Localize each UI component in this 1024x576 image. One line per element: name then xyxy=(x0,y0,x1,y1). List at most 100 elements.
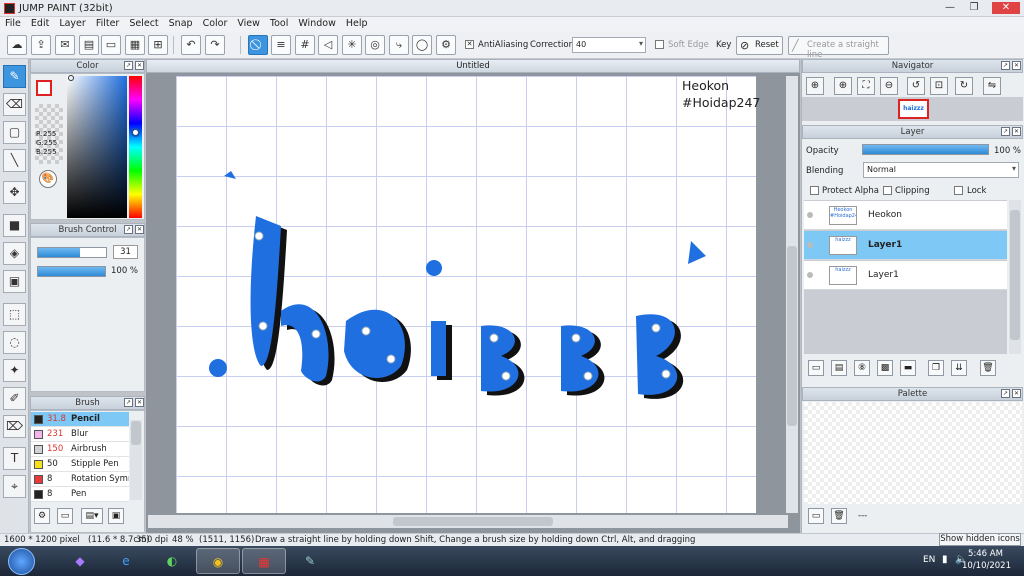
new-halftone-layer-icon[interactable]: ▩ xyxy=(877,360,893,376)
panel-popout-icon[interactable]: ↗ xyxy=(124,61,133,70)
internet-explorer-icon[interactable]: e xyxy=(104,548,148,574)
navigator-thumbnail[interactable]: haizzz xyxy=(898,99,929,119)
hue-slider[interactable] xyxy=(129,76,142,218)
panel-close-icon[interactable]: ✕ xyxy=(1012,389,1021,398)
blending-select[interactable]: Normal xyxy=(863,162,1019,178)
menu-file[interactable]: File xyxy=(0,17,26,30)
layer-opacity-slider[interactable] xyxy=(862,144,989,155)
hue-handle[interactable] xyxy=(131,128,140,137)
pen-tool-icon[interactable]: ✎ xyxy=(3,65,26,88)
parallel-snap-icon[interactable]: ≡ xyxy=(271,35,291,55)
undo-icon[interactable]: ↶ xyxy=(181,35,201,55)
new-folder-icon[interactable]: ▬ xyxy=(900,360,916,376)
new-8bit-layer-icon[interactable]: ⑧ xyxy=(854,360,870,376)
rectangle-tool-icon[interactable]: ▢ xyxy=(3,121,26,144)
panel-popout-icon[interactable]: ↗ xyxy=(1001,127,1010,136)
brush-opacity-slider[interactable] xyxy=(37,266,106,277)
eraser-tool-icon[interactable]: ⌫ xyxy=(3,93,26,116)
new-raster-layer-icon[interactable]: ▤ xyxy=(831,360,847,376)
layer-visibility-icon[interactable] xyxy=(807,242,813,248)
canvas[interactable]: Heokon #Hoidap247 xyxy=(176,76,760,513)
fill-rect-tool-icon[interactable]: ■ xyxy=(3,214,26,237)
concentric-snap-icon[interactable]: ◎ xyxy=(365,35,385,55)
curve-snap-icon[interactable]: ⤷ xyxy=(389,35,409,55)
note-icon[interactable]: ▤ xyxy=(79,35,99,55)
menu-tool[interactable]: Tool xyxy=(265,17,293,30)
menu-snap[interactable]: Snap xyxy=(164,17,198,30)
layer-list-scrollbar[interactable] xyxy=(1009,200,1021,354)
grid-snap-icon[interactable]: # xyxy=(295,35,315,55)
restore-button[interactable]: ❐ xyxy=(964,2,984,14)
brush-size-slider[interactable] xyxy=(37,247,107,258)
antialiasing-checkbox[interactable]: ✕ xyxy=(465,40,474,49)
brush-list-scrollbar[interactable] xyxy=(130,420,142,500)
language-indicator[interactable]: EN xyxy=(923,555,935,565)
network-icon[interactable]: ▮ xyxy=(942,554,948,565)
fit-window-icon[interactable]: ⛶ xyxy=(857,77,875,95)
layer-row[interactable]: Heokon #Hoidap247 Heokon xyxy=(804,201,1007,230)
correction-select[interactable]: 40 xyxy=(572,37,646,53)
layer-visibility-icon[interactable] xyxy=(807,272,813,278)
zoom-in-icon[interactable]: ⊕ xyxy=(834,77,852,95)
panel-close-icon[interactable]: ✕ xyxy=(1012,127,1021,136)
menu-color[interactable]: Color xyxy=(198,17,233,30)
select-rect-tool-icon[interactable]: ⬚ xyxy=(3,303,26,326)
line-tool-icon[interactable]: ╲ xyxy=(3,149,26,172)
comment-icon[interactable]: ✉ xyxy=(55,35,75,55)
rotate-right-icon[interactable]: ↻ xyxy=(955,77,973,95)
panel-close-icon[interactable]: ✕ xyxy=(135,398,144,407)
move-tool-icon[interactable]: ✥ xyxy=(3,181,26,204)
panel-popout-icon[interactable]: ↗ xyxy=(1001,389,1010,398)
layer-row[interactable]: haizzz Layer1 xyxy=(804,231,1007,260)
ellipse-snap-icon[interactable]: ◯ xyxy=(412,35,432,55)
menu-layer[interactable]: Layer xyxy=(54,17,91,30)
foreground-color-swatch[interactable] xyxy=(36,80,52,96)
select-eraser-tool-icon[interactable]: ⌦ xyxy=(3,415,26,438)
palette-new-icon[interactable]: ▭ xyxy=(808,508,824,524)
brush-delete-icon[interactable]: ▣ xyxy=(108,508,124,524)
menu-help[interactable]: Help xyxy=(341,17,373,30)
eyedropper-tool-icon[interactable]: ⌖ xyxy=(3,475,26,498)
brush-item[interactable]: 150 Airbrush xyxy=(31,442,129,457)
menu-select[interactable]: Select xyxy=(124,17,163,30)
document-tab[interactable]: Untitled xyxy=(146,59,800,73)
lasso-tool-icon[interactable]: ◌ xyxy=(3,331,26,354)
radial-snap-icon[interactable]: ✳ xyxy=(342,35,362,55)
close-button[interactable]: ✕ xyxy=(992,2,1020,14)
panel-popout-icon[interactable]: ↗ xyxy=(124,398,133,407)
brush-item[interactable]: 8 Pen xyxy=(31,487,129,502)
navigator-preview[interactable]: haizzz xyxy=(802,97,1023,121)
panel-close-icon[interactable]: ✕ xyxy=(135,225,144,234)
panel-popout-icon[interactable]: ↗ xyxy=(1001,61,1010,70)
brush-size-value[interactable]: 31 xyxy=(113,245,138,259)
layer-visibility-icon[interactable] xyxy=(807,212,813,218)
zoom-fit-icon[interactable]: ⊕ xyxy=(806,77,824,95)
reset-button[interactable]: ⊘ Reset xyxy=(736,36,783,55)
straight-line-button[interactable]: ╱ Create a straight line xyxy=(788,36,889,60)
brush-item[interactable]: 8 Rotation Symmetry xyxy=(31,472,129,487)
text-tool-icon[interactable]: T xyxy=(3,447,26,470)
clock-date[interactable]: 10/10/2021 xyxy=(962,561,1011,571)
vanish-snap-icon[interactable]: ◁ xyxy=(318,35,338,55)
grid-layout-icon[interactable]: ⊞ xyxy=(148,35,168,55)
start-button[interactable] xyxy=(8,548,35,575)
menu-view[interactable]: View xyxy=(232,17,265,30)
reset-view-icon[interactable]: ⊡ xyxy=(930,77,948,95)
palette-swatches[interactable] xyxy=(804,402,1022,504)
minimize-button[interactable]: — xyxy=(940,2,960,14)
brush-item[interactable]: 31.8 Pencil xyxy=(31,412,129,427)
brush-settings-icon[interactable]: ⚙ xyxy=(34,508,50,524)
clock-time[interactable]: 5:46 AM xyxy=(968,549,1003,559)
new-brush-icon[interactable]: ▭ xyxy=(57,508,73,524)
jump-paint-icon[interactable]: ▦ xyxy=(242,548,286,574)
page-icon[interactable]: ▭ xyxy=(101,35,121,55)
menu-filter[interactable]: Filter xyxy=(91,17,125,30)
zoom-out-icon[interactable]: ⊖ xyxy=(880,77,898,95)
brush-menu-icon[interactable]: ▤▾ xyxy=(81,508,103,524)
snap-settings-icon[interactable]: ⚙ xyxy=(436,35,456,55)
paint-app-icon[interactable]: ✎ xyxy=(288,548,332,574)
gradient-tool-icon[interactable]: ▣ xyxy=(3,270,26,293)
canvas-vertical-scrollbar[interactable] xyxy=(786,76,798,513)
bucket-tool-icon[interactable]: ◈ xyxy=(3,242,26,265)
color-picker-icon[interactable]: 🎨 xyxy=(39,170,57,188)
